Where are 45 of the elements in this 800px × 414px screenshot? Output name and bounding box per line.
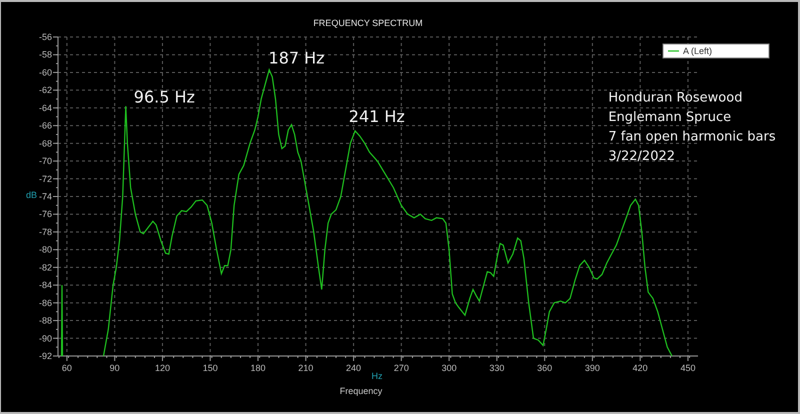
y-tick-label: -84 — [38, 280, 52, 290]
x-axis-unit: Hz — [372, 371, 382, 381]
y-tick-label: -64 — [38, 102, 52, 113]
annotation-text: Honduran Rosewood — [608, 90, 742, 106]
x-tick-label: 420 — [632, 363, 648, 373]
legend-label: A (Left) — [683, 46, 712, 56]
y-tick-label: -74 — [38, 192, 52, 202]
y-tick-label: -76 — [38, 209, 52, 220]
x-tick-label: 150 — [202, 363, 218, 373]
y-tick-label: -86 — [38, 298, 52, 308]
x-tick-label: 390 — [584, 363, 600, 373]
y-tick-label: -56 — [38, 32, 52, 42]
y-tick-label: -72 — [38, 174, 52, 184]
y-tick-label: -88 — [38, 316, 52, 326]
y-tick-label: -68 — [38, 138, 52, 148]
y-tick-label: -92 — [38, 351, 52, 361]
y-tick-label: -82 — [38, 262, 52, 272]
y-tick-label: -66 — [38, 120, 52, 131]
annotation-text: 96.5 Hz — [134, 88, 195, 107]
x-tick-label: 330 — [489, 363, 504, 373]
x-tick-label: 240 — [346, 363, 362, 373]
y-tick-label: -62 — [38, 85, 52, 96]
x-tick-label: 180 — [250, 363, 266, 373]
chart-title: FREQUENCY SPECTRUM — [313, 18, 423, 28]
y-tick-label: -78 — [38, 226, 52, 237]
y-tick-label: -58 — [38, 50, 52, 60]
y-tick-label: -60 — [38, 67, 52, 78]
x-tick-label: 360 — [537, 363, 552, 373]
x-axis-label: Frequency — [340, 386, 382, 396]
x-tick-label: 120 — [154, 363, 170, 373]
x-tick-label: 270 — [394, 363, 409, 373]
x-tick-label: 90 — [110, 363, 120, 373]
annotation-text: 3/22/2022 — [608, 149, 676, 164]
y-tick-label: -80 — [38, 244, 52, 255]
annotation-text: Englemann Spruce — [608, 110, 732, 126]
annotation-text: 241 Hz — [348, 107, 405, 126]
y-tick-label: -90 — [38, 333, 52, 344]
x-tick-label: 210 — [298, 363, 314, 373]
annotation-text: 187 Hz — [268, 48, 325, 68]
y-axis-label: dB — [26, 190, 38, 200]
x-tick-label: 300 — [442, 363, 457, 373]
y-tick-label: -70 — [38, 156, 52, 166]
x-tick-label: 450 — [680, 363, 696, 373]
x-tick-label: 60 — [62, 363, 72, 373]
annotation-text: 7 fan open harmonic bars — [608, 130, 776, 145]
